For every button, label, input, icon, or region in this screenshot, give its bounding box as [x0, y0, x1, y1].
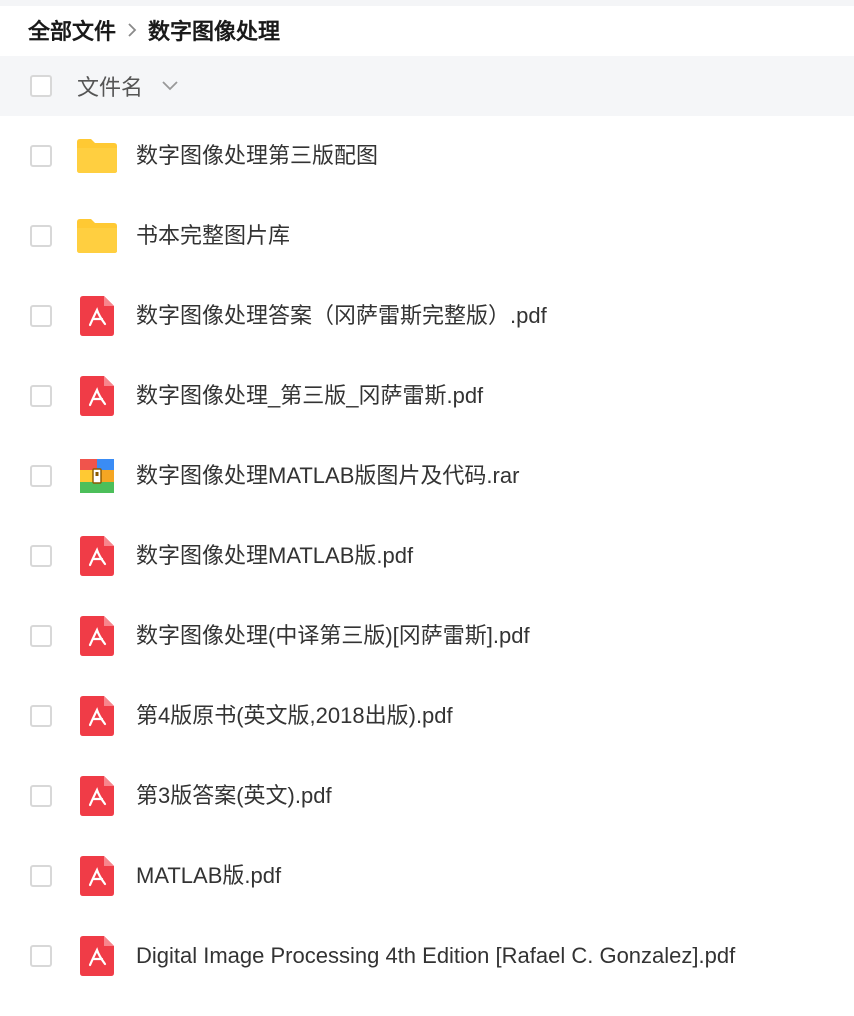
row-checkbox[interactable]: [30, 865, 52, 887]
row-checkbox[interactable]: [30, 465, 52, 487]
file-name[interactable]: 数字图像处理_第三版_冈萨雷斯.pdf: [136, 380, 483, 412]
pdf-icon: [76, 535, 118, 577]
file-row[interactable]: 数字图像处理(中译第三版)[冈萨雷斯].pdf: [0, 596, 854, 676]
pdf-icon: [76, 855, 118, 897]
file-name[interactable]: 数字图像处理第三版配图: [136, 140, 378, 172]
row-checkbox[interactable]: [30, 945, 52, 967]
row-checkbox[interactable]: [30, 145, 52, 167]
pdf-icon: [76, 295, 118, 337]
file-row[interactable]: MATLAB版.pdf: [0, 836, 854, 916]
folder-icon: [76, 215, 118, 257]
file-name[interactable]: 数字图像处理MATLAB版图片及代码.rar: [136, 460, 519, 492]
top-strip: [0, 0, 854, 6]
file-row[interactable]: 数字图像处理_第三版_冈萨雷斯.pdf: [0, 356, 854, 436]
file-row[interactable]: 第4版原书(英文版,2018出版).pdf: [0, 676, 854, 756]
name-column-header[interactable]: 文件名: [77, 70, 179, 102]
file-name[interactable]: 第3版答案(英文).pdf: [136, 780, 332, 812]
select-all-checkbox[interactable]: [30, 75, 52, 97]
file-name[interactable]: 书本完整图片库: [136, 220, 290, 252]
row-checkbox[interactable]: [30, 225, 52, 247]
breadcrumb: 全部文件 数字图像处理: [28, 14, 280, 46]
archive-icon: [76, 455, 118, 497]
file-row[interactable]: Digital Image Processing 4th Edition [Ra…: [0, 916, 854, 996]
pdf-icon: [76, 615, 118, 657]
file-list: 数字图像处理第三版配图 书本完整图片库 数字图像处理答案（冈萨雷斯完整版）.pd…: [0, 116, 854, 996]
file-row[interactable]: 数字图像处理MATLAB版.pdf: [0, 516, 854, 596]
row-checkbox[interactable]: [30, 625, 52, 647]
file-name[interactable]: MATLAB版.pdf: [136, 860, 281, 892]
folder-icon: [76, 135, 118, 177]
file-row[interactable]: 数字图像处理MATLAB版图片及代码.rar: [0, 436, 854, 516]
file-name[interactable]: 数字图像处理MATLAB版.pdf: [136, 540, 413, 572]
file-row[interactable]: 第3版答案(英文).pdf: [0, 756, 854, 836]
file-name[interactable]: 第4版原书(英文版,2018出版).pdf: [136, 700, 453, 732]
row-checkbox[interactable]: [30, 785, 52, 807]
row-checkbox[interactable]: [30, 545, 52, 567]
breadcrumb-root-link[interactable]: 全部文件: [28, 14, 116, 46]
breadcrumb-current: 数字图像处理: [148, 19, 281, 44]
file-row[interactable]: 数字图像处理答案（冈萨雷斯完整版）.pdf: [0, 276, 854, 356]
row-checkbox[interactable]: [30, 305, 52, 327]
pdf-icon: [76, 775, 118, 817]
file-row[interactable]: 数字图像处理第三版配图: [0, 116, 854, 196]
pdf-icon: [76, 375, 118, 417]
pdf-icon: [76, 935, 118, 977]
file-name[interactable]: 数字图像处理答案（冈萨雷斯完整版）.pdf: [136, 300, 547, 332]
list-header: 文件名: [0, 56, 854, 116]
chevron-right-icon: [126, 21, 138, 39]
file-name[interactable]: Digital Image Processing 4th Edition [Ra…: [136, 940, 735, 972]
file-row[interactable]: 书本完整图片库: [0, 196, 854, 276]
name-column-label: 文件名: [77, 75, 144, 100]
row-checkbox[interactable]: [30, 705, 52, 727]
chevron-down-icon[interactable]: [161, 80, 179, 92]
row-checkbox[interactable]: [30, 385, 52, 407]
pdf-icon: [76, 695, 118, 737]
file-name[interactable]: 数字图像处理(中译第三版)[冈萨雷斯].pdf: [136, 620, 530, 652]
